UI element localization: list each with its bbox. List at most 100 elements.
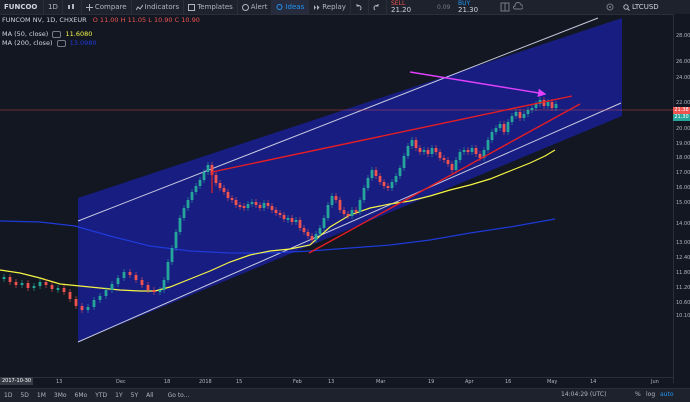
candle-body (306, 232, 310, 236)
candle-body (514, 112, 518, 116)
range-button-1y[interactable]: 1Y (115, 392, 122, 399)
candle-body (530, 108, 534, 110)
compare-label: Compare (94, 3, 127, 11)
candle-body (394, 176, 398, 182)
watchlist-symbol-label: LTCUSD (632, 3, 659, 11)
candle-body (426, 150, 430, 154)
price-axis[interactable]: 28.00 26.00 24.00 22.00 20.00 19.00 18.00 17.00… (673, 14, 690, 383)
layout-icon[interactable] (500, 2, 510, 14)
range-button-3mo[interactable]: 3Mo (54, 392, 67, 399)
candle-body (458, 152, 462, 160)
candle-body (92, 300, 96, 307)
time-axis-tick: Mar (376, 379, 386, 385)
legend-ma200-value: 13.0980 (69, 39, 97, 47)
time-axis-tick: 19 (428, 379, 435, 385)
price-axis-tick: 20.00 (676, 126, 690, 132)
candle-body (374, 170, 378, 176)
utc-clock[interactable]: 14:04:29 (UTC) (561, 391, 606, 398)
candle-body (238, 205, 242, 207)
time-axis-tick: Jun (651, 379, 659, 385)
indicators-button[interactable]: Indicators (132, 0, 185, 14)
candle-body (190, 192, 194, 200)
time-axis-tick: 14 (590, 379, 597, 385)
price-axis-tick: 10.10 (676, 313, 690, 319)
candle-body (182, 208, 186, 218)
candle-body (74, 299, 78, 306)
price-axis-tick: 11.80 (676, 270, 690, 276)
templates-button[interactable]: Templates (184, 0, 238, 14)
chart-style-button[interactable] (63, 0, 82, 14)
legend-ma50-label: MA (50, close) (2, 30, 49, 38)
candle-body (442, 158, 446, 160)
candle-body (550, 102, 554, 108)
candle-body (56, 288, 60, 290)
compare-plus-icon (85, 3, 93, 11)
alarm-clock-icon (241, 3, 249, 11)
legend-ma50[interactable]: MA (50, close) 11.6080 (2, 30, 92, 38)
candle-body (278, 213, 282, 215)
percent-scale-button[interactable]: % (635, 391, 641, 398)
symbol-search-button[interactable]: FUNCOO (0, 0, 44, 14)
candle-body (510, 116, 514, 122)
candle-body (434, 148, 438, 152)
redo-button[interactable] (369, 0, 387, 14)
legend-ma200[interactable]: MA (200, close) 13.0980 (2, 39, 97, 47)
candle-body (152, 290, 156, 292)
undo-button[interactable] (351, 0, 369, 14)
visibility-eye-icon[interactable] (56, 39, 66, 47)
price-axis-tick: 14.00 (676, 221, 690, 227)
ideas-button[interactable]: Ideas (272, 0, 310, 14)
time-axis-tick: 16 (505, 379, 512, 385)
price-axis-tick: 10.60 (676, 300, 690, 306)
interval-button[interactable]: 1D (44, 0, 63, 14)
sell-box[interactable]: SELL 21.20 (391, 0, 411, 14)
settings-icon[interactable] (605, 2, 615, 14)
price-axis-tick: 15.00 (676, 200, 690, 206)
candle-body (438, 152, 442, 158)
candle-body (422, 150, 426, 152)
candle-body (250, 202, 254, 204)
candle-body (526, 110, 530, 114)
candle-body (358, 200, 362, 212)
price-chart[interactable] (0, 15, 673, 377)
candle-body (110, 284, 114, 290)
templates-icon (188, 3, 196, 11)
range-button-1m[interactable]: 1M (37, 392, 46, 399)
log-scale-button[interactable]: log (646, 391, 655, 398)
legend-title: FUNCOM NV, 1D, CHXEUR (2, 16, 87, 24)
range-button-all[interactable]: All (146, 392, 153, 399)
legend-open: O 11.00 (92, 16, 119, 24)
compare-button[interactable]: Compare (82, 0, 132, 14)
save-cloud-icon[interactable] (513, 1, 524, 14)
indicators-icon (135, 4, 143, 10)
candle-body (366, 178, 370, 188)
auto-scale-button[interactable]: auto (660, 391, 674, 398)
range-button-5y[interactable]: 5Y (131, 392, 138, 399)
candle-body (128, 272, 132, 275)
candle-body (310, 236, 314, 240)
candle-body (174, 232, 178, 248)
search-icon (623, 3, 630, 11)
price-axis-tick: 19.00 (676, 141, 690, 147)
goto-date-button[interactable]: Go to... (168, 392, 190, 399)
candle-body (362, 188, 366, 200)
candle-body (322, 218, 326, 228)
visibility-eye-icon[interactable] (52, 30, 62, 38)
replay-button[interactable]: Replay (309, 0, 351, 14)
candle-body (378, 176, 382, 182)
time-axis[interactable]: 13 Dec 18 2018 15 Feb 13 Mar 19 Apr 16 May 14 Jun (0, 377, 673, 387)
range-button-5d[interactable]: 5D (20, 392, 28, 399)
range-button-1d[interactable]: 1D (4, 392, 12, 399)
buy-box[interactable]: BUY 21.30 (458, 0, 478, 14)
range-button-ytd[interactable]: YTD (95, 392, 107, 399)
candle-body (8, 277, 12, 282)
alert-button[interactable]: Alert (238, 0, 273, 14)
undo-icon (356, 3, 362, 10)
candle-body (222, 188, 226, 192)
watchlist-symbol[interactable]: LTCUSD (623, 0, 659, 14)
candle-body (554, 104, 558, 108)
redo-icon (373, 3, 379, 10)
range-button-6mo[interactable]: 6Mo (75, 392, 88, 399)
spread-value: 0.09 (437, 4, 451, 11)
candle-body (466, 150, 470, 152)
